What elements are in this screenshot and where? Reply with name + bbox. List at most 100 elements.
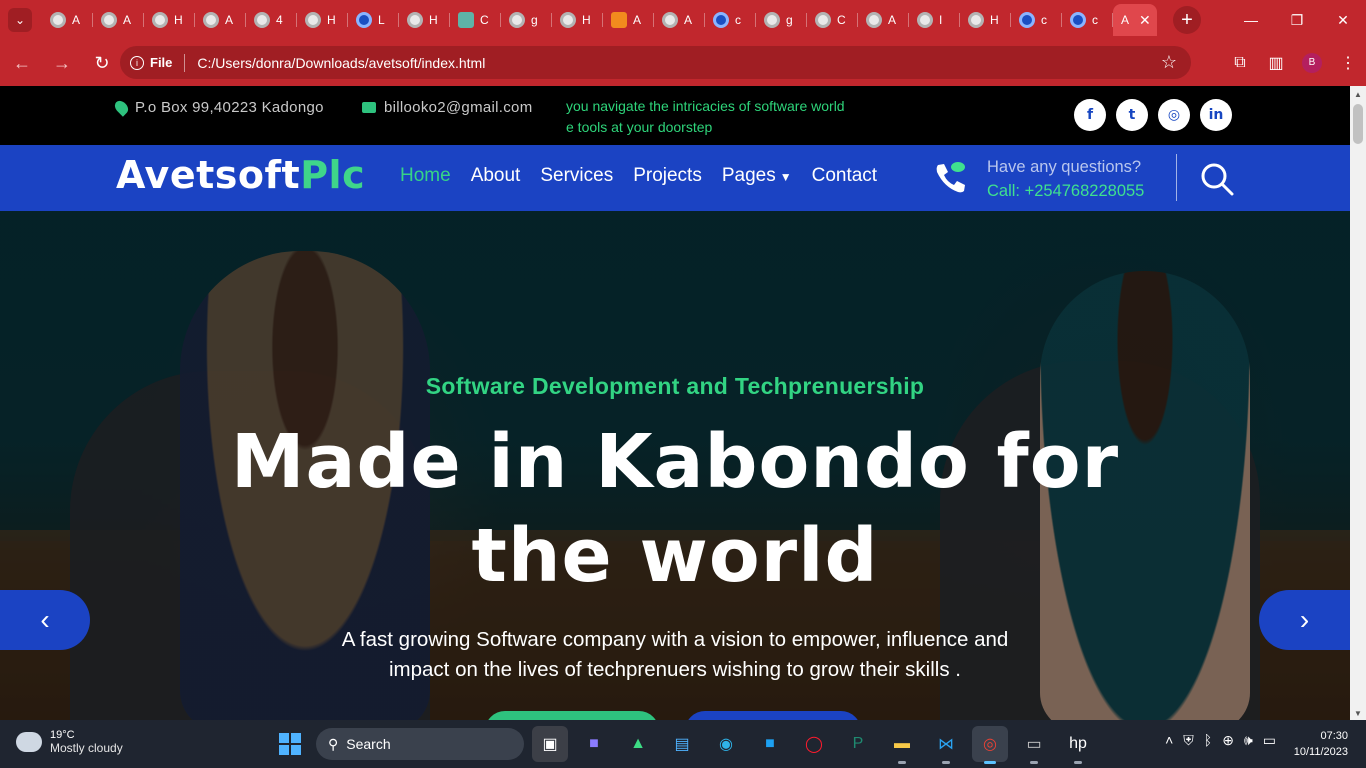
- opera-icon[interactable]: ◯: [796, 726, 832, 762]
- linkedin-icon[interactable]: in: [1200, 99, 1232, 131]
- new-tab-button[interactable]: +: [1173, 6, 1201, 34]
- scroll-thumb[interactable]: [1353, 104, 1363, 144]
- nav-services[interactable]: Services: [540, 165, 613, 187]
- hero-carousel: Software Development and Techprenuership…: [0, 211, 1350, 720]
- instagram-icon[interactable]: ◎: [1158, 99, 1190, 131]
- globe-icon: [917, 12, 933, 28]
- file-explorer-icon[interactable]: ▬: [884, 726, 920, 764]
- carousel-next-button[interactable]: ›: [1259, 590, 1350, 650]
- browser-tab[interactable]: L: [348, 4, 399, 36]
- windows-icon: [279, 733, 301, 755]
- taskbar-apps: ⚲ Search ▣ ■ ▲ ▤ ◉ ■ ◯ P ▬ ⋈ ◎ ▭ hp: [272, 726, 1096, 764]
- scroll-up-icon[interactable]: ▲: [1354, 90, 1362, 99]
- globe-icon: [50, 12, 66, 28]
- hp-icon[interactable]: hp: [1060, 726, 1096, 764]
- globe-icon: [662, 12, 678, 28]
- browser-tab[interactable]: I: [909, 4, 960, 36]
- url-text[interactable]: C:/Users/donra/Downloads/avetsoft/index.…: [197, 55, 485, 71]
- nav-home[interactable]: Home: [400, 165, 451, 187]
- call-number[interactable]: Call: +254768228055: [987, 179, 1144, 203]
- security-icon[interactable]: ⛨: [1183, 732, 1194, 749]
- language-icon[interactable]: ⊕: [1222, 732, 1234, 749]
- search-icon: [1019, 12, 1035, 28]
- volume-icon[interactable]: 🕪: [1244, 732, 1253, 749]
- nav-pages-label: Pages: [721, 165, 776, 186]
- close-tab-icon[interactable]: ✕: [1139, 12, 1151, 29]
- headline-line: the world: [471, 513, 879, 599]
- close-window-button[interactable]: ✕: [1320, 0, 1366, 40]
- hero-primary-button[interactable]: [485, 711, 659, 720]
- browser-tab[interactable]: c: [1011, 4, 1062, 36]
- tab-search-button[interactable]: ⌄: [8, 8, 32, 32]
- weather-widget[interactable]: 19°C Mostly cloudy: [12, 727, 123, 755]
- bookmark-star-icon[interactable]: ☆: [1161, 52, 1177, 73]
- browser-tab[interactable]: 4: [246, 4, 297, 36]
- browser-tab[interactable]: H: [399, 4, 450, 36]
- twitter-app-icon[interactable]: ■: [752, 726, 788, 762]
- browser-tab[interactable]: A: [195, 4, 246, 36]
- browser-tab[interactable]: A: [603, 4, 654, 36]
- carousel-prev-button[interactable]: ‹: [0, 590, 90, 650]
- search-icon[interactable]: [1200, 162, 1234, 196]
- side-panel-icon[interactable]: ▥: [1258, 46, 1294, 79]
- twitter-icon[interactable]: t: [1116, 99, 1148, 131]
- menu-kebab-icon[interactable]: ⋮: [1330, 46, 1366, 79]
- site-logo[interactable]: AvetsoftPlc: [116, 153, 365, 197]
- toolbar-actions: ⧉ ▥ B ⋮: [1222, 46, 1366, 79]
- address-bar[interactable]: i File C:/Users/donra/Downloads/avetsoft…: [120, 46, 1191, 79]
- reload-button[interactable]: ↻: [84, 45, 120, 81]
- taskbar-search[interactable]: ⚲ Search: [316, 728, 524, 760]
- forward-button[interactable]: →: [44, 45, 80, 81]
- task-view-icon[interactable]: ▣: [532, 726, 568, 762]
- project-app-icon[interactable]: P: [840, 726, 876, 762]
- chevron-up-icon[interactable]: ˄: [1165, 732, 1173, 749]
- browser-tab[interactable]: H: [297, 4, 348, 36]
- extensions-icon[interactable]: ⧉: [1222, 46, 1258, 79]
- profile-button[interactable]: B: [1294, 46, 1330, 79]
- scroll-down-icon[interactable]: ▼: [1354, 709, 1362, 718]
- bluetooth-icon[interactable]: ᛒ: [1204, 732, 1212, 749]
- nav-about[interactable]: About: [471, 165, 521, 187]
- terminal-icon[interactable]: ▭: [1016, 726, 1052, 764]
- info-icon[interactable]: i: [130, 55, 144, 70]
- globe-icon: [254, 12, 270, 28]
- nav-pages-dropdown[interactable]: Pages ▼: [722, 165, 792, 187]
- nav-menu: Home About Services Projects Pages ▼ Cont…: [400, 165, 877, 187]
- hero-secondary-button[interactable]: [685, 711, 861, 720]
- browser-tab[interactable]: C: [450, 4, 501, 36]
- nav-projects[interactable]: Projects: [633, 165, 702, 187]
- email-text[interactable]: billooko2@gmail.com: [384, 99, 533, 116]
- browser-tab[interactable]: C: [807, 4, 858, 36]
- browser-tab[interactable]: H: [552, 4, 603, 36]
- browser-tab[interactable]: A: [654, 4, 705, 36]
- start-button[interactable]: [272, 726, 308, 762]
- teams-icon[interactable]: ■: [576, 726, 612, 762]
- store-icon[interactable]: ▤: [664, 726, 700, 762]
- facebook-icon[interactable]: f: [1074, 99, 1106, 131]
- nav-contact[interactable]: Contact: [812, 165, 877, 187]
- restore-button[interactable]: ❐: [1274, 0, 1320, 40]
- browser-tab[interactable]: c: [705, 4, 756, 36]
- browser-tab[interactable]: A: [93, 4, 144, 36]
- edge-icon[interactable]: ◉: [708, 726, 744, 762]
- browser-tab[interactable]: H: [144, 4, 195, 36]
- browser-tab-active[interactable]: A ✕: [1113, 4, 1157, 36]
- battery-icon[interactable]: ▭: [1263, 732, 1276, 749]
- back-button[interactable]: ←: [4, 45, 40, 81]
- minimize-button[interactable]: —: [1228, 0, 1274, 40]
- browser-tab[interactable]: H: [960, 4, 1011, 36]
- browser-tab[interactable]: g: [756, 4, 807, 36]
- system-tray: ˄ ⛨ ᛒ ⊕ 🕪 ▭: [1165, 732, 1276, 749]
- android-icon[interactable]: ▲: [620, 726, 656, 762]
- browser-tab[interactable]: g: [501, 4, 552, 36]
- system-clock[interactable]: 07:30 10/11/2023: [1294, 728, 1348, 760]
- chrome-icon[interactable]: ◎: [972, 726, 1008, 764]
- browser-tab[interactable]: c: [1062, 4, 1113, 36]
- browser-tab-strip: ⌄ A A H A 4 H L H C g H A A c g C A I H …: [0, 0, 1366, 40]
- page-scrollbar[interactable]: ▲ ▼: [1350, 86, 1366, 720]
- globe-icon: [866, 12, 882, 28]
- box-icon: [611, 12, 627, 28]
- browser-tab[interactable]: A: [42, 4, 93, 36]
- browser-tab[interactable]: A: [858, 4, 909, 36]
- vscode-icon[interactable]: ⋈: [928, 726, 964, 764]
